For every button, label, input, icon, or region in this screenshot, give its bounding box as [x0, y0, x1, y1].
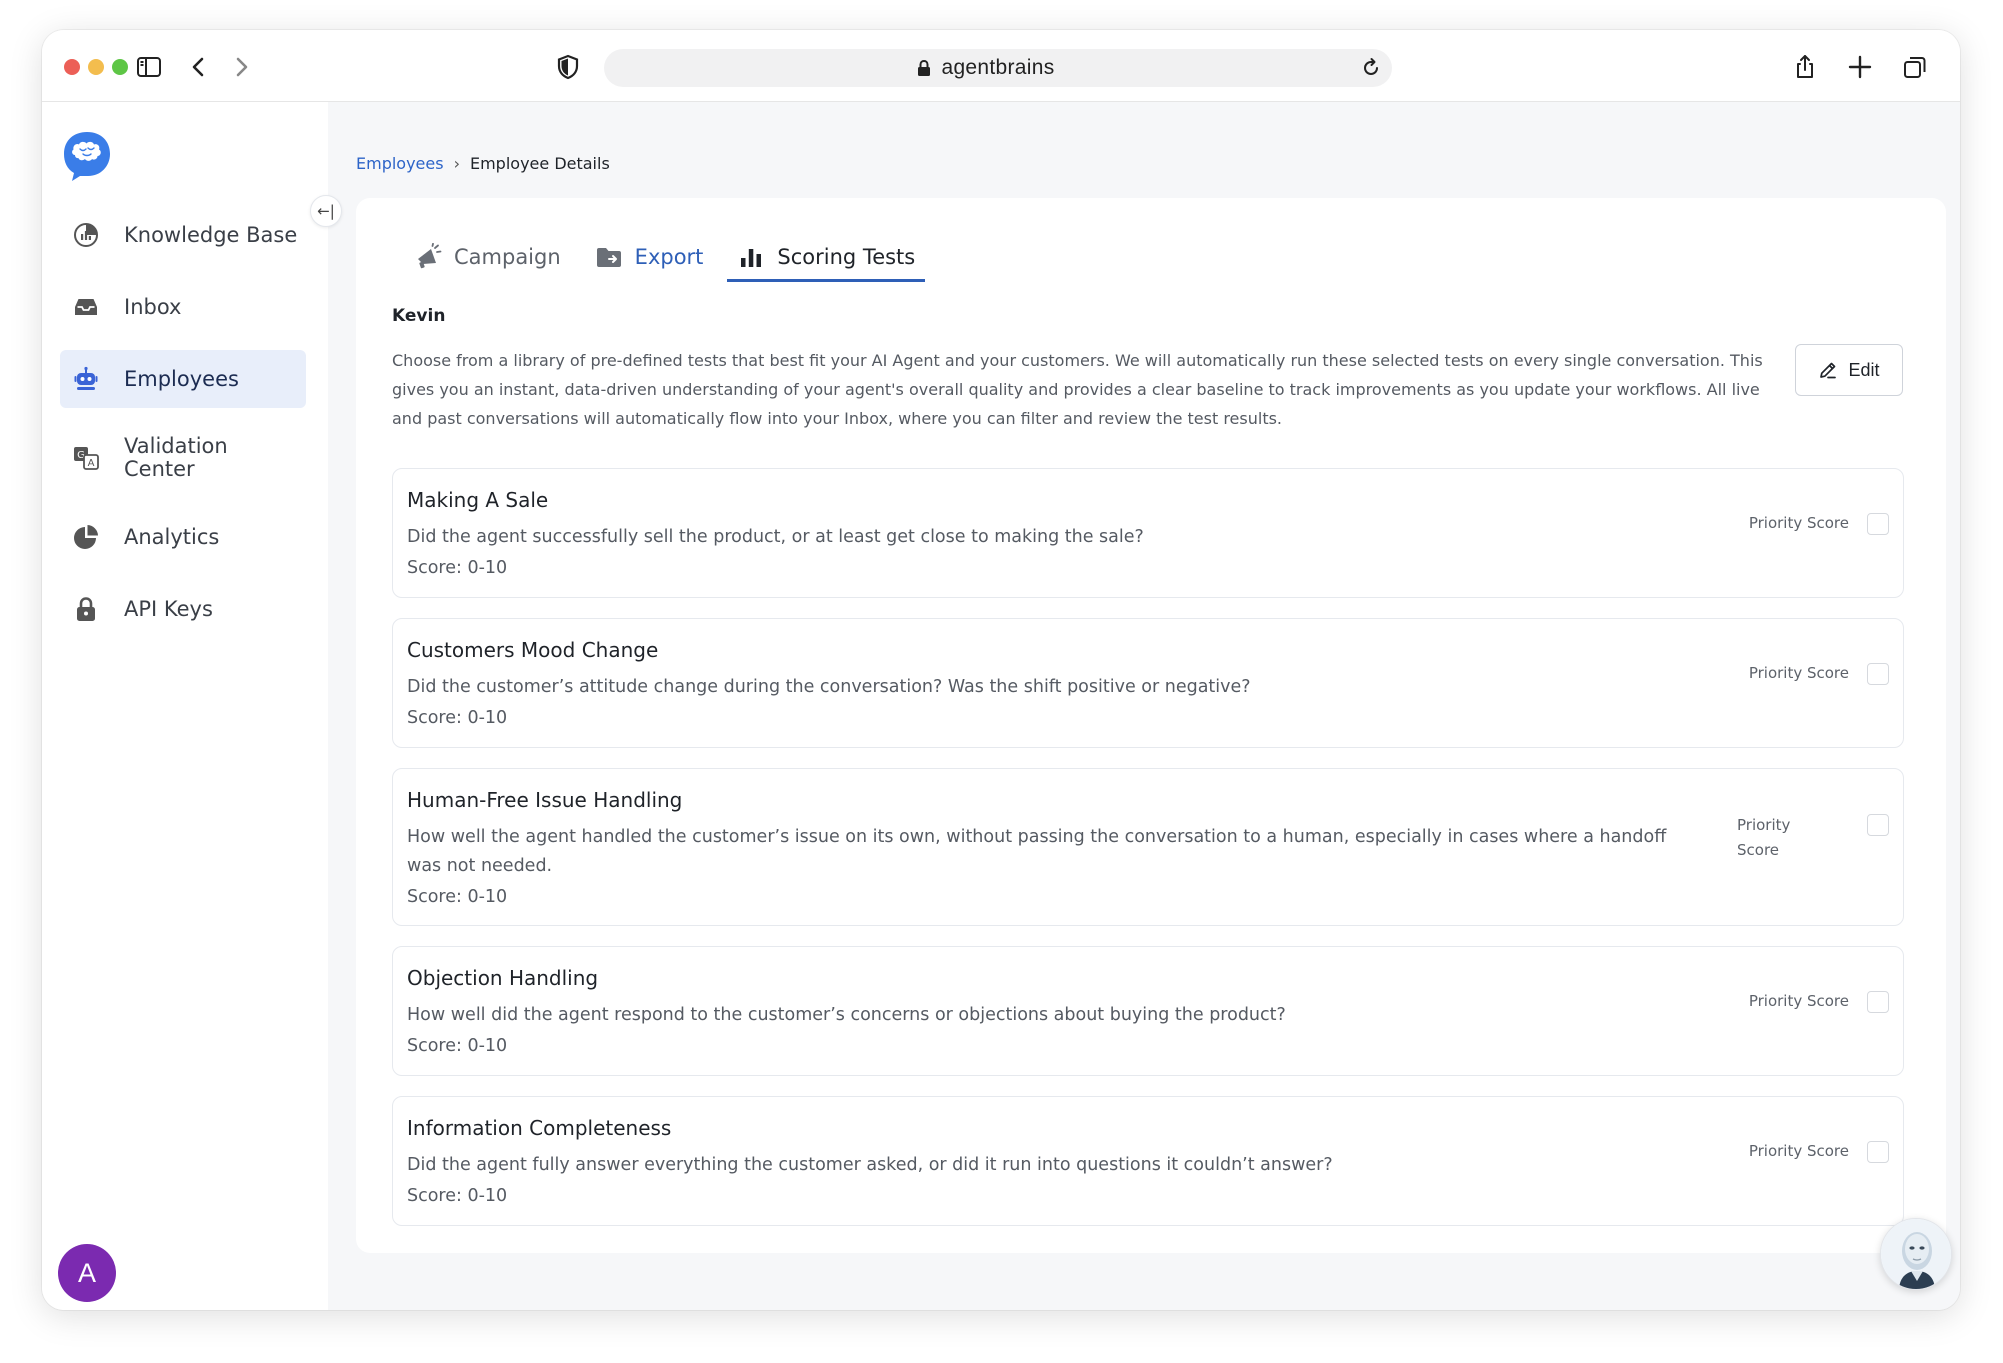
test-description: Did the agent fully answer everything th… — [407, 1155, 1333, 1175]
zoom-window-dot[interactable] — [112, 59, 128, 75]
priority-score-checkbox[interactable] — [1867, 990, 1889, 1013]
scoring-tests-description: Choose from a library of pre-defined tes… — [392, 351, 1763, 428]
back-icon[interactable] — [184, 52, 214, 82]
priority-score-control: Priority Score — [1737, 813, 1889, 863]
minimize-window-dot[interactable] — [88, 59, 104, 75]
test-score: Score: 0-10 — [407, 887, 508, 907]
sidebar-item-label: Analytics — [124, 524, 220, 549]
scoring-test-item: Information Completeness Did the agent f… — [392, 1096, 1904, 1226]
priority-score-control: Priority Score — [1749, 661, 1889, 686]
test-score: Score: 0-10 — [407, 1036, 508, 1056]
sidebar-item-inbox[interactable]: Inbox — [60, 278, 306, 336]
scoring-test-item: Human-Free Issue Handling How well the a… — [392, 768, 1904, 926]
breadcrumb: Employees › Employee Details — [356, 154, 610, 173]
sidebar-item-label: Inbox — [124, 294, 182, 319]
employee-details-card: Campaign Export Scoring Tests Kevin Choo… — [356, 198, 1946, 1253]
test-description: How well did the agent respond to the cu… — [407, 1005, 1286, 1025]
knowledge-base-icon — [70, 219, 102, 251]
sidebar-item-analytics[interactable]: Analytics — [60, 508, 306, 566]
edit-button-label: Edit — [1848, 359, 1880, 380]
test-score: Score: 0-10 — [407, 558, 508, 578]
address-bar[interactable]: agentbrains — [604, 49, 1392, 87]
priority-score-label: Priority Score — [1748, 514, 1849, 532]
bar-chart-icon — [741, 249, 762, 267]
assistant-bot-avatar[interactable] — [1880, 1218, 1952, 1290]
test-title: Customers Mood Change — [407, 638, 659, 662]
tab-campaign[interactable]: Campaign — [404, 234, 571, 280]
test-title: Information Completeness — [407, 1116, 672, 1140]
priority-score-label: Priority Score — [1748, 1142, 1849, 1160]
priority-score-label: Priority Score — [1748, 992, 1849, 1010]
agent-name: Kevin — [392, 306, 446, 326]
scoring-test-item: Making A Sale Did the agent successfully… — [392, 468, 1904, 598]
test-score: Score: 0-10 — [407, 1186, 508, 1206]
priority-score-checkbox[interactable] — [1867, 662, 1889, 685]
tab-label: Scoring Tests — [777, 245, 916, 269]
brain-logo-icon[interactable] — [58, 130, 114, 182]
app-shell: Knowledge Base Inbox Employees GA Valida… — [42, 102, 1960, 1310]
sidebar-nav: Knowledge Base Inbox Employees GA Valida… — [60, 206, 306, 652]
priority-score-checkbox[interactable] — [1867, 814, 1889, 836]
priority-score-control: Priority Score — [1749, 511, 1889, 536]
sidebar-item-label: Knowledge Base — [124, 222, 298, 247]
priority-score-checkbox[interactable] — [1867, 1140, 1889, 1163]
priority-score-checkbox[interactable] — [1867, 512, 1889, 535]
inbox-icon — [70, 291, 102, 323]
test-description: Did the agent successfully sell the prod… — [407, 527, 1144, 547]
test-description: Did the customer’s attitude change durin… — [407, 677, 1251, 697]
pencil-icon — [1820, 362, 1837, 379]
test-title: Objection Handling — [407, 966, 599, 990]
reload-icon[interactable] — [1360, 57, 1382, 79]
test-title: Making A Sale — [407, 488, 549, 512]
breadcrumb-employees-link[interactable]: Employees — [356, 154, 444, 173]
edit-button[interactable]: Edit — [1795, 344, 1903, 396]
scoring-test-item: Customers Mood Change Did the customer’s… — [392, 618, 1904, 748]
megaphone-icon — [418, 243, 442, 269]
sidebar-item-validation-center[interactable]: GA Validation Center — [60, 422, 306, 494]
collapse-sidebar-button[interactable]: ←| — [310, 195, 342, 227]
test-title: Human-Free Issue Handling — [407, 788, 683, 812]
breadcrumb-current: Employee Details — [469, 154, 610, 173]
scoring-tests-list: Making A Sale Did the agent successfully… — [392, 468, 1904, 1246]
close-window-dot[interactable] — [64, 59, 80, 75]
tab-export[interactable]: Export — [585, 234, 714, 280]
new-tab-icon[interactable] — [1845, 52, 1875, 82]
tab-label: Campaign — [454, 245, 561, 269]
priority-score-label: Priority Score — [1748, 664, 1849, 682]
test-description: How well the agent handled the customer’… — [407, 827, 1667, 876]
forward-icon[interactable] — [226, 52, 256, 82]
sidebar-item-label: API Keys — [124, 596, 213, 621]
test-score: Score: 0-10 — [407, 708, 508, 728]
tab-label: Export — [634, 245, 704, 269]
chevron-right-icon: › — [453, 154, 460, 173]
user-avatar[interactable]: A — [58, 1244, 116, 1302]
tab-bar: Campaign Export Scoring Tests — [404, 234, 939, 282]
main-content: Employees › Employee Details Campaign Ex… — [328, 102, 1960, 1310]
pie-chart-icon — [70, 521, 102, 553]
robot-icon — [70, 363, 102, 395]
folder-export-icon — [596, 248, 621, 267]
translate-icon: GA — [70, 442, 102, 474]
browser-toolbar: agentbrains — [42, 30, 1960, 102]
url-text: agentbrains — [941, 56, 1055, 79]
sidebar-item-label: Employees — [124, 366, 239, 391]
sidebar-item-label: Validation Center — [124, 434, 228, 481]
sidebar-item-employees[interactable]: Employees — [60, 350, 306, 408]
tabs-icon[interactable] — [1900, 52, 1930, 82]
priority-score-label: Priority Score — [1737, 816, 1791, 859]
sidebar-toggle-icon[interactable] — [134, 52, 164, 82]
share-icon[interactable] — [1790, 52, 1820, 82]
priority-score-control: Priority Score — [1749, 1139, 1889, 1164]
sidebar-item-api-keys[interactable]: API Keys — [60, 580, 306, 638]
tab-scoring-tests[interactable]: Scoring Tests — [727, 234, 926, 282]
svg-text:A: A — [88, 458, 95, 469]
sidebar: Knowledge Base Inbox Employees GA Valida… — [42, 102, 328, 1310]
lock-icon — [70, 593, 102, 625]
sidebar-item-knowledge-base[interactable]: Knowledge Base — [60, 206, 306, 264]
browser-window: agentbrains Knowledge Base Inbox Employe… — [42, 30, 1960, 1310]
priority-score-control: Priority Score — [1749, 989, 1889, 1014]
scoring-test-item: Objection Handling How well did the agen… — [392, 946, 1904, 1076]
shield-icon[interactable] — [553, 52, 583, 82]
